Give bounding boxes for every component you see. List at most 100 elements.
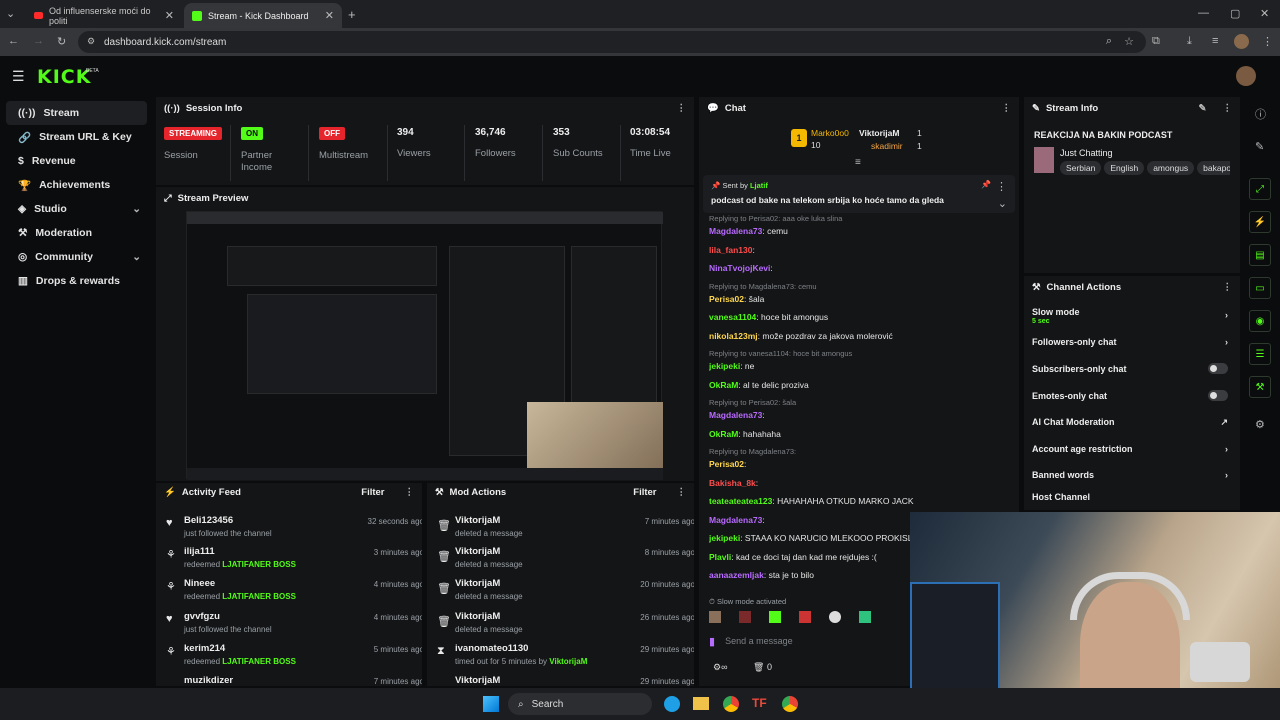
- chat-username[interactable]: NinaTvojojKevi: [709, 263, 770, 273]
- close-icon[interactable]: ✕: [325, 9, 334, 22]
- more-options-icon[interactable]: ⋮: [405, 487, 415, 498]
- followers-only-setting[interactable]: Followers-only chat ›: [1032, 337, 1228, 347]
- chat-widget-icon[interactable]: ▭: [1249, 277, 1271, 299]
- more-options-icon[interactable]: ⋮: [677, 103, 687, 114]
- tag[interactable]: English: [1104, 161, 1145, 175]
- chat-username[interactable]: Magdalena73: [709, 226, 762, 236]
- collapse-icon[interactable]: ≡: [855, 157, 861, 168]
- emote-picker-icon[interactable]: ▮: [709, 635, 715, 648]
- reload-icon[interactable]: ↻: [57, 35, 66, 48]
- tag[interactable]: bakapo: [1197, 161, 1230, 175]
- chat-message[interactable]: Perisa02: šala: [709, 294, 1019, 304]
- kick-logo[interactable]: KICK: [37, 66, 91, 88]
- chat-username[interactable]: teateateatea123: [709, 496, 772, 506]
- tab-kick-dashboard[interactable]: Stream - Kick Dashboard ✕: [184, 3, 342, 28]
- url-field[interactable]: ⚙ dashboard.kick.com/stream ⌕ ☆: [78, 31, 1146, 53]
- chat-username[interactable]: nikola123mj: [709, 331, 758, 341]
- chevron-right-icon[interactable]: ›: [1225, 470, 1228, 480]
- tab-youtube[interactable]: Od influenserske moći do politi ✕: [26, 3, 182, 28]
- info-icon[interactable]: ⓘ: [1255, 106, 1266, 122]
- windows-start-icon[interactable]: [483, 696, 499, 712]
- chevron-right-icon[interactable]: ›: [1225, 310, 1228, 320]
- close-window-icon[interactable]: ✕: [1260, 7, 1269, 20]
- edit-icon[interactable]: ✎: [1255, 140, 1264, 153]
- sidebar-item-stream[interactable]: ((·)) Stream: [6, 101, 147, 125]
- chat-username[interactable]: Magdalena73: [709, 410, 762, 420]
- app-icon[interactable]: TF: [752, 696, 767, 710]
- chat-username[interactable]: aanaazemljak: [709, 570, 764, 580]
- media-icon[interactable]: ≡: [1212, 35, 1218, 47]
- chat-message[interactable]: OkRaM: hahahaha: [709, 429, 1019, 439]
- chat-username[interactable]: jekipeki: [709, 533, 740, 543]
- hamburger-menu-icon[interactable]: ☰: [12, 68, 25, 85]
- broadcast-widget-icon[interactable]: ◉: [1249, 310, 1271, 332]
- tag[interactable]: Serbian: [1060, 161, 1102, 175]
- filter-button[interactable]: Filter: [633, 487, 656, 498]
- user-avatar[interactable]: [1236, 66, 1256, 86]
- chat-username[interactable]: Bakisha_8k: [709, 478, 756, 488]
- moderator-name[interactable]: ViktorijaM: [549, 657, 587, 666]
- close-icon[interactable]: ✕: [165, 9, 174, 22]
- chat-message[interactable]: vanesa1104: hoce bit amongus: [709, 312, 1019, 322]
- stream-video[interactable]: [186, 211, 663, 480]
- emote-icon[interactable]: [859, 611, 871, 623]
- chat-message[interactable]: Magdalena73:: [709, 410, 1019, 420]
- top-gifter-name[interactable]: Marko0o0: [811, 128, 849, 138]
- sidebar-item-stream-url-key[interactable]: 🔗 Stream URL & Key: [6, 125, 147, 149]
- chat-message[interactable]: jekipeki: ne: [709, 361, 1019, 371]
- chat-username[interactable]: OkRaM: [709, 380, 738, 390]
- stream-category[interactable]: Just Chatting: [1060, 148, 1113, 158]
- more-options-icon[interactable]: ⋮: [1223, 282, 1233, 293]
- emote-icon[interactable]: [709, 611, 721, 623]
- file-explorer-icon[interactable]: [693, 697, 709, 710]
- chat-username[interactable]: Plavli: [709, 552, 731, 562]
- list-widget-icon[interactable]: ☰: [1249, 343, 1271, 365]
- account-age-setting[interactable]: Account age restriction ›: [1032, 444, 1228, 454]
- maximize-icon[interactable]: ▢: [1230, 7, 1240, 20]
- download-icon[interactable]: ⤓: [1187, 35, 1192, 48]
- chevron-right-icon[interactable]: ›: [1225, 444, 1228, 454]
- chat-username[interactable]: jekipeki: [709, 361, 740, 371]
- emotes-only-setting[interactable]: Emotes-only chat: [1032, 390, 1228, 401]
- chat-username[interactable]: Magdalena73: [709, 515, 762, 525]
- profile-avatar[interactable]: [1234, 34, 1249, 49]
- browser-menu-icon[interactable]: ⋮: [1262, 35, 1273, 48]
- subscribers-only-setting[interactable]: Subscribers-only chat: [1032, 363, 1228, 374]
- preview-widget-icon[interactable]: ⤢: [1249, 178, 1271, 200]
- emote-icon[interactable]: [799, 611, 811, 623]
- chat-message[interactable]: Perisa02:: [709, 459, 1019, 469]
- chat-username[interactable]: Perisa02: [709, 294, 744, 304]
- chat-username[interactable]: lila_fan130: [709, 245, 752, 255]
- chat-username[interactable]: OkRaM: [709, 429, 738, 439]
- settings-icon[interactable]: ⚙: [1255, 418, 1265, 431]
- chat-message[interactable]: OkRaM: al te delic proziva: [709, 380, 1019, 390]
- new-tab-icon[interactable]: +: [348, 7, 356, 22]
- more-options-icon[interactable]: ⋮: [677, 487, 687, 498]
- external-link-icon[interactable]: ↗: [1220, 417, 1228, 428]
- chat-message[interactable]: Bakisha_8k:: [709, 478, 1019, 488]
- emote-icon[interactable]: [829, 611, 841, 623]
- top-gifter-name[interactable]: skadimir: [871, 141, 903, 151]
- flash-widget-icon[interactable]: ⚡: [1249, 211, 1271, 233]
- chat-message[interactable]: NinaTvojojKevi:: [709, 263, 1019, 273]
- sidebar-item-drops-rewards[interactable]: ▥ Drops & rewards: [6, 269, 147, 293]
- chat-settings-icon[interactable]: ⚙∞: [713, 662, 727, 673]
- minimize-icon[interactable]: —: [1198, 7, 1209, 19]
- site-info-icon[interactable]: ⚙: [87, 36, 95, 47]
- notes-widget-icon[interactable]: ▤: [1249, 244, 1271, 266]
- more-options-icon[interactable]: ⋮: [996, 180, 1007, 193]
- chevron-down-icon[interactable]: ⌄: [132, 203, 141, 215]
- tools-widget-icon[interactable]: ⚒: [1249, 376, 1271, 398]
- extensions-icon[interactable]: ⧉: [1152, 35, 1160, 48]
- sidebar-item-community[interactable]: ◎ Community ⌄: [6, 245, 147, 269]
- host-channel-setting[interactable]: Host Channel: [1032, 492, 1228, 502]
- chat-username[interactable]: Perisa02: [709, 459, 744, 469]
- emote-icon[interactable]: [769, 611, 781, 623]
- subscribers-only-toggle[interactable]: [1208, 363, 1228, 374]
- sidebar-item-studio[interactable]: ◈ Studio ⌄: [6, 197, 147, 221]
- slow-mode-setting[interactable]: Slow mode 5 sec ›: [1032, 307, 1228, 325]
- chrome-profile-icon[interactable]: [782, 696, 798, 712]
- edit-icon[interactable]: ✎: [1199, 103, 1207, 114]
- chat-message[interactable]: lila_fan130:: [709, 245, 1019, 255]
- more-options-icon[interactable]: ⋮: [1223, 103, 1233, 114]
